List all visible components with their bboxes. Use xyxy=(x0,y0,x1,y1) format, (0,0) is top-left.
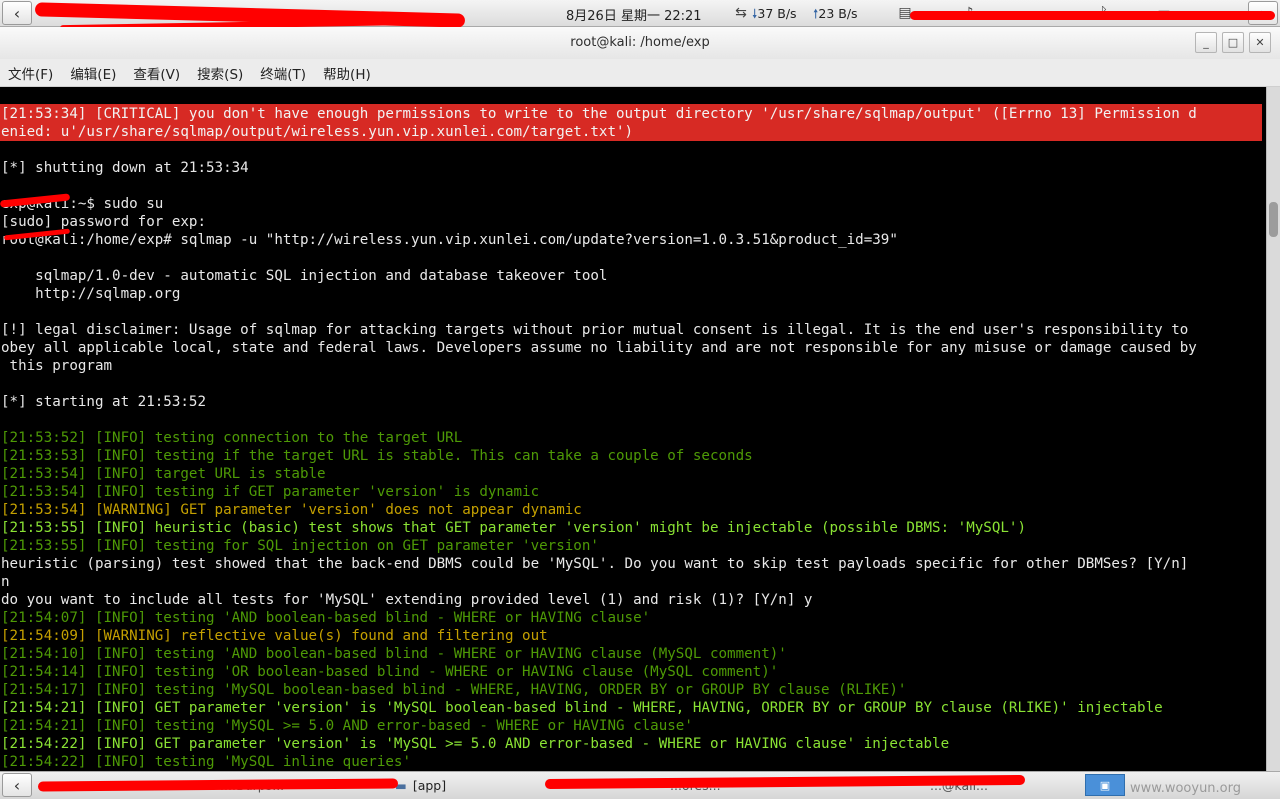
network-icon[interactable]: ⇆ xyxy=(732,4,750,22)
terminal-scrollbar[interactable] xyxy=(1266,87,1280,771)
redaction-scribble xyxy=(910,11,1275,20)
terminal-line: [21:54:07] [INFO] testing 'AND boolean-b… xyxy=(1,610,651,626)
window-titlebar[interactable]: root@kali: /home/exp _ □ ✕ xyxy=(0,27,1280,59)
terminal-line: n xyxy=(1,574,10,590)
terminal-line: [21:54:14] [INFO] testing 'OR boolean-ba… xyxy=(1,664,779,680)
terminal-line: [21:54:10] [INFO] testing 'AND boolean-b… xyxy=(1,646,787,662)
terminal-line: [21:53:55] [INFO] heuristic (basic) test… xyxy=(1,520,1026,536)
net-upload-speed: 🠕23 B/s xyxy=(813,6,858,21)
menubar: 文件(F) 编辑(E) 查看(V) 搜索(S) 终端(T) 帮助(H) xyxy=(0,59,1280,87)
terminal-icon: ▣ xyxy=(1099,778,1111,792)
terminal-line: [21:54:21] [INFO] testing 'MySQL >= 5.0 … xyxy=(1,718,693,734)
terminal-line: do you want to include all tests for 'My… xyxy=(1,592,813,608)
terminal-line: [21:54:21] [INFO] GET parameter 'version… xyxy=(1,700,1163,716)
terminal-line: root@kali:/home/exp# sqlmap -u "http://w… xyxy=(1,232,898,248)
terminal-line: [21:54:22] [INFO] GET parameter 'version… xyxy=(1,736,950,752)
menu-edit[interactable]: 编辑(E) xyxy=(70,63,116,83)
scrollbar-thumb[interactable] xyxy=(1269,202,1278,237)
panel-clock[interactable]: 8月26日 星期一 22:21 xyxy=(566,5,702,24)
net-download-speed: 🠗37 B/s xyxy=(752,6,797,21)
terminal-line: obey all applicable local, state and fed… xyxy=(1,340,1197,356)
terminal-line: [21:54:17] [INFO] testing 'MySQL boolean… xyxy=(1,682,907,698)
terminal-line: [21:53:52] [INFO] testing connection to … xyxy=(1,430,463,446)
terminal-line: this program xyxy=(1,358,113,374)
menu-file[interactable]: 文件(F) xyxy=(8,63,53,83)
watermark: www.wooyun.org xyxy=(1130,781,1242,796)
terminal-line: [*] shutting down at 21:53:34 xyxy=(1,160,249,176)
terminal-line: enied: u'/usr/share/sqlmap/output/wirele… xyxy=(1,124,634,140)
taskbar-item-app[interactable]: ▬ [app] xyxy=(395,775,446,796)
terminal-line: [21:53:55] [INFO] testing for SQL inject… xyxy=(1,538,599,554)
menu-view[interactable]: 查看(V) xyxy=(133,63,180,83)
close-button[interactable]: ✕ xyxy=(1249,32,1271,53)
terminal-line: [21:54:22] [INFO] testing 'MySQL inline … xyxy=(1,754,411,770)
terminal-line: [!] legal disclaimer: Usage of sqlmap fo… xyxy=(1,322,1189,338)
terminal-line: sqlmap/1.0-dev - automatic SQL injection… xyxy=(1,268,608,284)
terminal-line: [21:53:54] [INFO] testing if GET paramet… xyxy=(1,484,540,500)
terminal-line: [21:53:54] [WARNING] GET parameter 'vers… xyxy=(1,502,582,518)
taskbar-left-arrow-icon[interactable]: ‹ xyxy=(2,773,32,797)
terminal-line: http://sqlmap.org xyxy=(1,286,181,302)
window-title: root@kali: /home/exp xyxy=(570,35,710,50)
panel-left-arrow-icon[interactable]: ‹ xyxy=(2,1,32,25)
terminal-line: [21:53:34] [CRITICAL] you don't have eno… xyxy=(1,106,1197,122)
menu-help[interactable]: 帮助(H) xyxy=(323,63,371,83)
menu-terminal[interactable]: 终端(T) xyxy=(260,63,306,83)
minimize-button[interactable]: _ xyxy=(1195,32,1217,53)
terminal-line: [21:53:54] [INFO] target URL is stable xyxy=(1,466,326,482)
terminal-line: [sudo] password for exp: xyxy=(1,214,206,230)
menu-search[interactable]: 搜索(S) xyxy=(197,63,243,83)
terminal-output[interactable]: [21:53:34] [CRITICAL] you don't have eno… xyxy=(0,87,1266,771)
maximize-button[interactable]: □ xyxy=(1222,32,1244,53)
terminal-line: [21:53:53] [INFO] testing if the target … xyxy=(1,448,753,464)
show-desktop-button[interactable]: ▣ xyxy=(1085,774,1125,796)
terminal-line: [*] starting at 21:53:52 xyxy=(1,394,206,410)
terminal-line: heuristic (parsing) test showed that the… xyxy=(1,556,1189,572)
terminal-line: exp@kali:~$ sudo su xyxy=(1,196,164,212)
terminal-line: [21:54:09] [WARNING] reflective value(s)… xyxy=(1,628,548,644)
